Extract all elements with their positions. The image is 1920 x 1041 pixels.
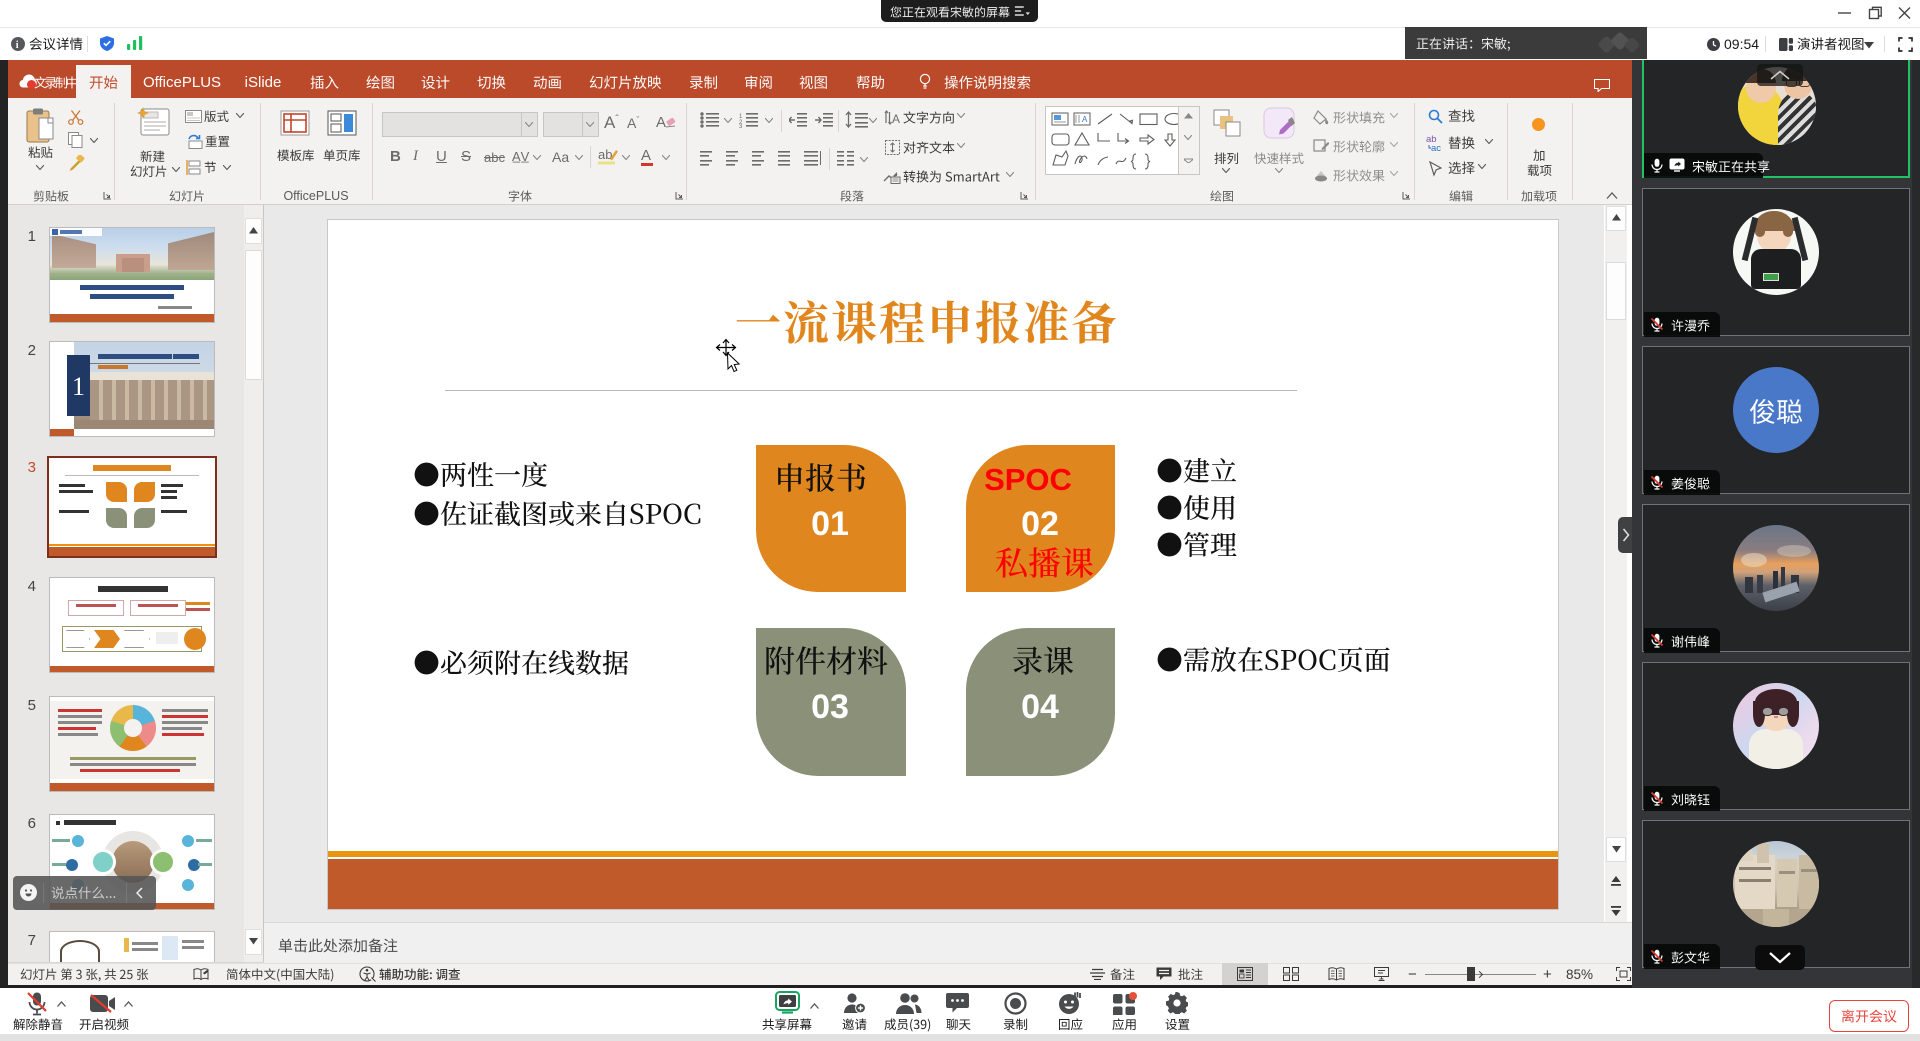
svg-text:3: 3 [739, 124, 743, 128]
svg-text:A: A [892, 112, 900, 125]
svg-text:ac: ac [1431, 143, 1441, 152]
svg-text:A: A [1082, 115, 1088, 124]
svg-text:ab: ab [598, 147, 612, 162]
svg-text:A: A [656, 114, 666, 131]
